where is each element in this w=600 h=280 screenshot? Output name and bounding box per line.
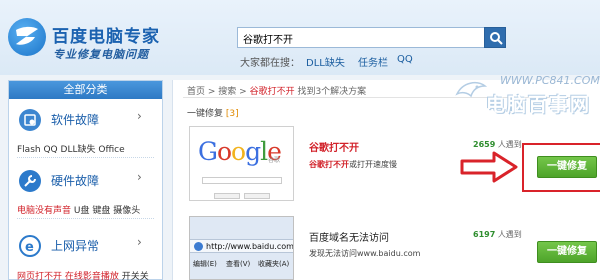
address-bar: http://www.baidu.com/ [190, 239, 294, 253]
watermark-text: 电脑百事网 [486, 94, 592, 116]
chevron-right-icon: › [137, 170, 142, 184]
breadcrumb-home[interactable]: 首页 [187, 87, 205, 97]
address-url: http://www.baidu.com/ [206, 242, 294, 251]
category-sub-links: Flash QQ DLL缺失 Office [17, 142, 125, 155]
count-suffix: 人遇到 [497, 230, 522, 239]
breadcrumb-sep: > [236, 87, 250, 97]
hot-link-dll[interactable]: DLL缺失 [306, 54, 345, 69]
category-sidebar: 全部分类 软件故障 › Flash QQ DLL缺失 Office 硬件故障 ›… [8, 80, 163, 280]
watermark-bird-icon [455, 81, 487, 98]
category-sub-links: 网页打不开 在线影音播放 开关关 [17, 269, 149, 280]
result-desc: 谷歌打不开或打开速度慢 [309, 159, 397, 170]
breadcrumb: 首页 > 搜索 > 谷歌打不开 找到3个解决方案 [187, 84, 366, 97]
divider [17, 218, 154, 219]
chevron-right-icon: › [137, 109, 142, 123]
result-title[interactable]: 谷歌打不开 [309, 139, 359, 154]
sub-link[interactable]: 在线影音播放 [65, 272, 119, 280]
breadcrumb-keyword: 谷歌打不开 [249, 87, 295, 97]
svg-text:e: e [25, 240, 34, 253]
header: 百度电脑专家 专业修复电脑问题 谷歌打不开 大家都在搜： DLL缺失 任务栏 Q… [0, 0, 600, 75]
result-desc-keyword: 谷歌打不开 [309, 160, 349, 169]
sub-link[interactable]: 键盘 [92, 206, 110, 216]
count-suffix: 人遇到 [497, 140, 522, 149]
breadcrumb-sep: > [205, 87, 219, 97]
baidu-pc-expert-logo-icon[interactable] [8, 18, 46, 56]
chevron-right-icon: › [137, 235, 142, 249]
sub-link[interactable]: 电脑没有声音 [17, 206, 71, 216]
breadcrumb-search[interactable]: 搜索 [218, 87, 236, 97]
category-title: 硬件故障 [51, 174, 100, 188]
sub-link[interactable]: 摄像头 [113, 206, 140, 216]
sub-link[interactable]: DLL缺失 [61, 145, 96, 155]
count-number: 2659 [473, 140, 496, 149]
wrench-icon [19, 170, 41, 192]
one-click-fix-button[interactable]: 一键修复 [537, 241, 597, 263]
result-thumbnail-baidu[interactable]: http://www.baidu.com/ 编辑(E) 查看(V) 收藏夹(A) [189, 216, 294, 280]
arrow-pointer-icon [460, 151, 518, 183]
menu-edit: 编辑(E) [193, 260, 217, 268]
watermark-url: WWW.PC841.COM [500, 74, 600, 87]
result-title[interactable]: 百度域名无法访问 [309, 229, 389, 244]
result-thumbnail-google[interactable]: Google 谷歌 [189, 126, 294, 201]
software-icon [19, 109, 41, 131]
google-search-btn [214, 193, 240, 199]
category-title: 上网异常 [51, 239, 100, 253]
hot-search-label: 大家都在搜： [240, 58, 300, 69]
sub-link[interactable]: Flash [17, 145, 41, 155]
sub-link[interactable]: 开关关 [122, 272, 149, 280]
menu-view: 查看(V) [226, 260, 251, 268]
logo-slogan: 专业修复电脑问题 [53, 48, 149, 61]
sub-link[interactable]: U盘 [74, 206, 90, 216]
sub-link[interactable]: 网页打不开 [17, 272, 62, 280]
google-search-box [202, 177, 282, 184]
menu-favorites: 收藏夹(A) [258, 260, 290, 268]
hot-link-taskbar[interactable]: 任务栏 [358, 54, 388, 69]
result-desc: 发现无法访问www.baidu.com [309, 249, 421, 258]
hot-link-qq[interactable]: QQ [397, 54, 413, 65]
one-click-fix-button[interactable]: 一键修复 [537, 156, 597, 178]
section-label: 一键修复 [187, 109, 224, 119]
ie-icon [194, 242, 203, 251]
divider [17, 157, 154, 158]
result-count: 2659 人遇到 [473, 139, 522, 150]
google-lucky-btn [244, 193, 270, 199]
sub-link[interactable]: QQ [43, 145, 57, 155]
sub-link[interactable]: Office [98, 145, 124, 155]
sidebar-title: 全部分类 [9, 81, 162, 99]
result-count: 6197 人遇到 [473, 229, 522, 240]
logo-title[interactable]: 百度电脑专家 [52, 22, 160, 47]
section-count: [3] [225, 109, 239, 119]
search-button[interactable] [484, 27, 506, 48]
category-sub-links: 电脑没有声音 U盘 键盘 摄像头 [17, 203, 140, 216]
result-desc-text: 或打开速度慢 [349, 160, 397, 169]
search-icon [490, 32, 503, 45]
search-input[interactable]: 谷歌打不开 [237, 27, 485, 48]
google-sub-label: 谷歌 [268, 157, 281, 164]
ie-icon: e [19, 235, 41, 257]
breadcrumb-found: 找到3个解决方案 [297, 87, 367, 97]
section-title: 一键修复 [3] [187, 106, 239, 119]
count-number: 6197 [473, 230, 496, 239]
category-title: 软件故障 [51, 113, 100, 127]
